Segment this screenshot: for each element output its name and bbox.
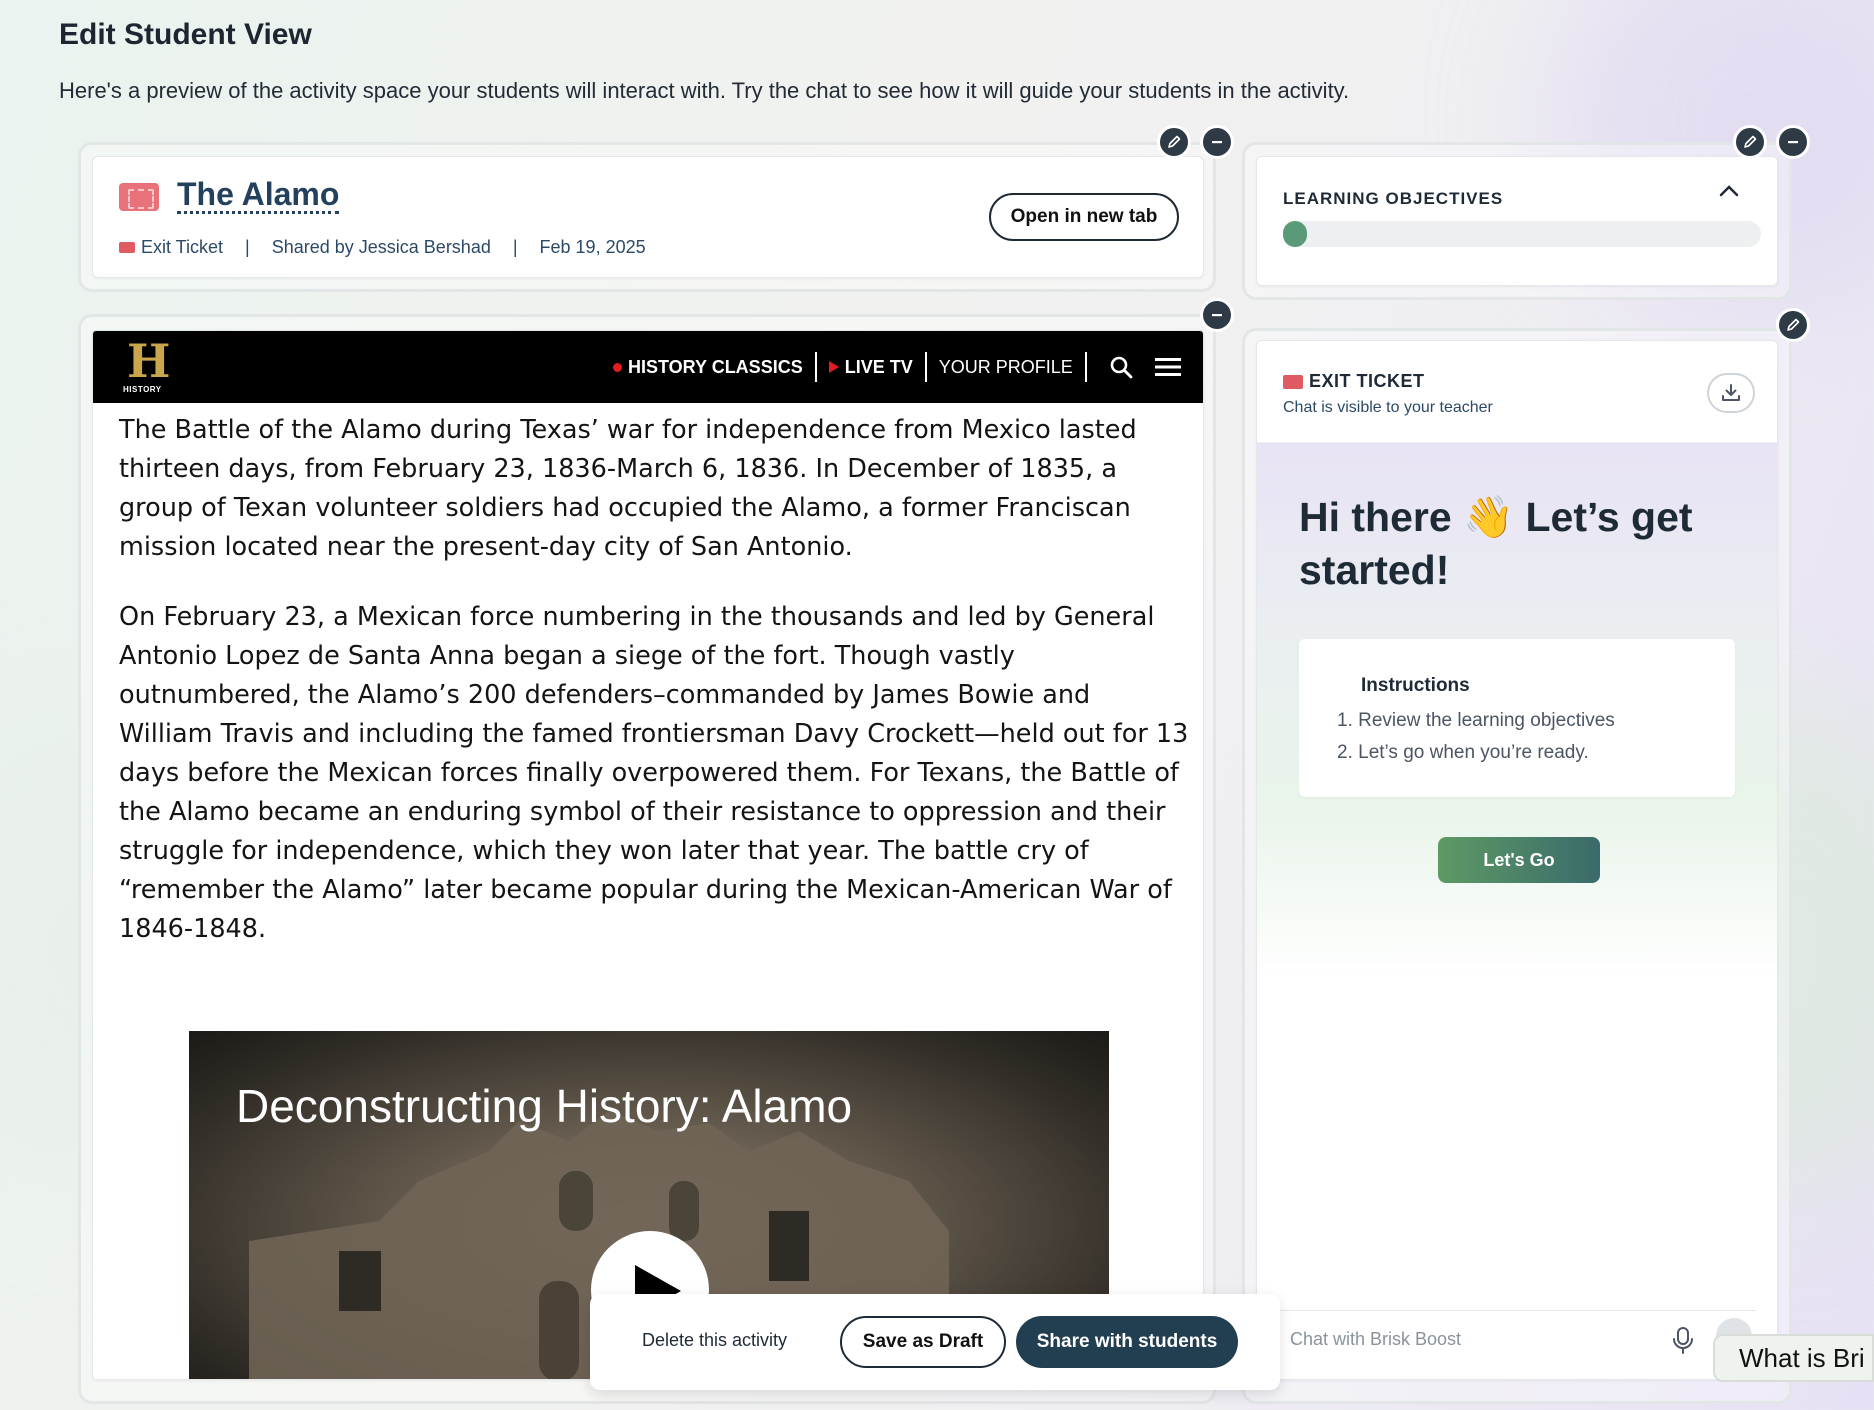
shared-by: Shared by Jessica Bershad xyxy=(271,237,491,257)
chat-input-placeholder: Chat with Brisk Boost xyxy=(1290,1329,1462,1349)
chat-input[interactable]: Chat with Brisk Boost xyxy=(1278,1310,1756,1368)
activity-date: Feb 19, 2025 xyxy=(539,237,646,257)
share-with-students-button[interactable]: Share with students xyxy=(1016,1316,1238,1368)
microphone-icon[interactable] xyxy=(1670,1326,1696,1354)
search-icon[interactable] xyxy=(1087,352,1147,382)
meta-separator: | xyxy=(512,237,518,257)
article-paragraph: On February 23, a Mexican force numberin… xyxy=(119,602,1189,944)
chevron-up-icon[interactable] xyxy=(1717,179,1741,203)
nav-live-tv[interactable]: LIVE TV xyxy=(817,352,925,382)
nav-label: YOUR PROFILE xyxy=(938,356,1073,377)
hamburger-menu-icon[interactable] xyxy=(1147,352,1189,382)
instructions-card: Instructions 1. Review the learning obje… xyxy=(1299,639,1735,797)
delete-activity-button[interactable]: Delete this activity xyxy=(642,1330,787,1351)
nav-label: LIVE TV xyxy=(844,356,913,377)
exit-ticket-title-text: EXIT TICKET xyxy=(1309,371,1425,391)
page-description: Here's a preview of the activity space y… xyxy=(59,78,1350,103)
ticket-icon xyxy=(119,183,159,211)
activity-title-link[interactable]: The Alamo xyxy=(177,177,340,214)
instructions-list: 1. Review the learning objectives 2. Let… xyxy=(1337,705,1615,769)
nav-your-profile[interactable]: YOUR PROFILE xyxy=(927,352,1085,382)
play-arrow-icon xyxy=(828,361,839,373)
exit-ticket-header: EXIT TICKET Chat is visible to your teac… xyxy=(1257,341,1777,443)
ticket-icon xyxy=(119,242,135,253)
ticket-icon xyxy=(1283,374,1303,389)
instruction-item: 2. Let’s go when you’re ready. xyxy=(1337,742,1589,763)
meta-separator: | xyxy=(245,237,250,257)
open-in-new-tab-button[interactable]: Open in new tab xyxy=(989,193,1179,241)
edit-pencil-icon[interactable] xyxy=(1776,308,1810,342)
history-logo[interactable]: H HISTORY xyxy=(123,334,171,397)
nav-label: HISTORY CLASSICS xyxy=(628,356,803,377)
help-chat-bubble[interactable]: What is Bri xyxy=(1713,1334,1874,1382)
objectives-progress-bar xyxy=(1283,221,1761,247)
history-site-header: H HISTORY HISTORY CLASSICS LIVE TV YOUR … xyxy=(93,331,1203,403)
live-dot-icon xyxy=(613,362,622,372)
save-as-draft-button[interactable]: Save as Draft xyxy=(840,1316,1006,1368)
exit-ticket-title: EXIT TICKET xyxy=(1283,371,1425,392)
download-icon[interactable] xyxy=(1707,373,1755,413)
history-logo-letter: H xyxy=(127,334,171,388)
nav-history-classics[interactable]: HISTORY CLASSICS xyxy=(601,352,815,382)
remove-minus-icon[interactable] xyxy=(1200,125,1234,159)
article-body: The Battle of the Alamo during Texas’ wa… xyxy=(119,411,1189,980)
remove-minus-icon[interactable] xyxy=(1200,298,1234,332)
remove-minus-icon[interactable] xyxy=(1776,125,1810,159)
edit-pencil-icon[interactable] xyxy=(1157,125,1191,159)
video-title: Deconstructing History: Alamo xyxy=(236,1080,853,1132)
activity-meta: Exit Ticket | Shared by Jessica Bershad … xyxy=(119,237,646,258)
learning-objectives-title: LEARNING OBJECTIVES xyxy=(1283,189,1504,208)
chat-body: Hi there 👋 Let’s get started! Instructio… xyxy=(1257,443,1777,1343)
greeting-heading: Hi there 👋 Let’s get started! xyxy=(1299,494,1693,593)
exit-ticket-chat-panel: EXIT TICKET Chat is visible to your teac… xyxy=(1256,340,1778,1380)
page-title: Edit Student View xyxy=(59,18,312,51)
history-nav: HISTORY CLASSICS LIVE TV YOUR PROFILE xyxy=(601,331,1189,403)
article-paragraph: The Battle of the Alamo during Texas’ wa… xyxy=(119,415,1137,562)
activity-type: Exit Ticket xyxy=(141,237,224,257)
website-embed-card: H HISTORY HISTORY CLASSICS LIVE TV YOUR … xyxy=(92,330,1204,1380)
activity-header-card: The Alamo Exit Ticket | Shared by Jessic… xyxy=(92,156,1204,278)
instructions-title: Instructions xyxy=(1361,675,1470,696)
edit-pencil-icon[interactable] xyxy=(1733,125,1767,159)
history-logo-text: HISTORY xyxy=(123,385,162,394)
exit-ticket-subtitle: Chat is visible to your teacher xyxy=(1283,399,1493,416)
lets-go-button[interactable]: Let's Go xyxy=(1438,837,1600,883)
instruction-item: 1. Review the learning objectives xyxy=(1337,710,1615,731)
learning-objectives-card: LEARNING OBJECTIVES xyxy=(1256,156,1778,286)
objectives-progress-fill xyxy=(1283,221,1307,247)
activity-action-bar: Delete this activity Save as Draft Share… xyxy=(590,1294,1280,1390)
